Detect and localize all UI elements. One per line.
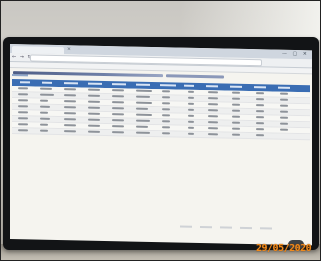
photo-frame (0, 0, 321, 261)
